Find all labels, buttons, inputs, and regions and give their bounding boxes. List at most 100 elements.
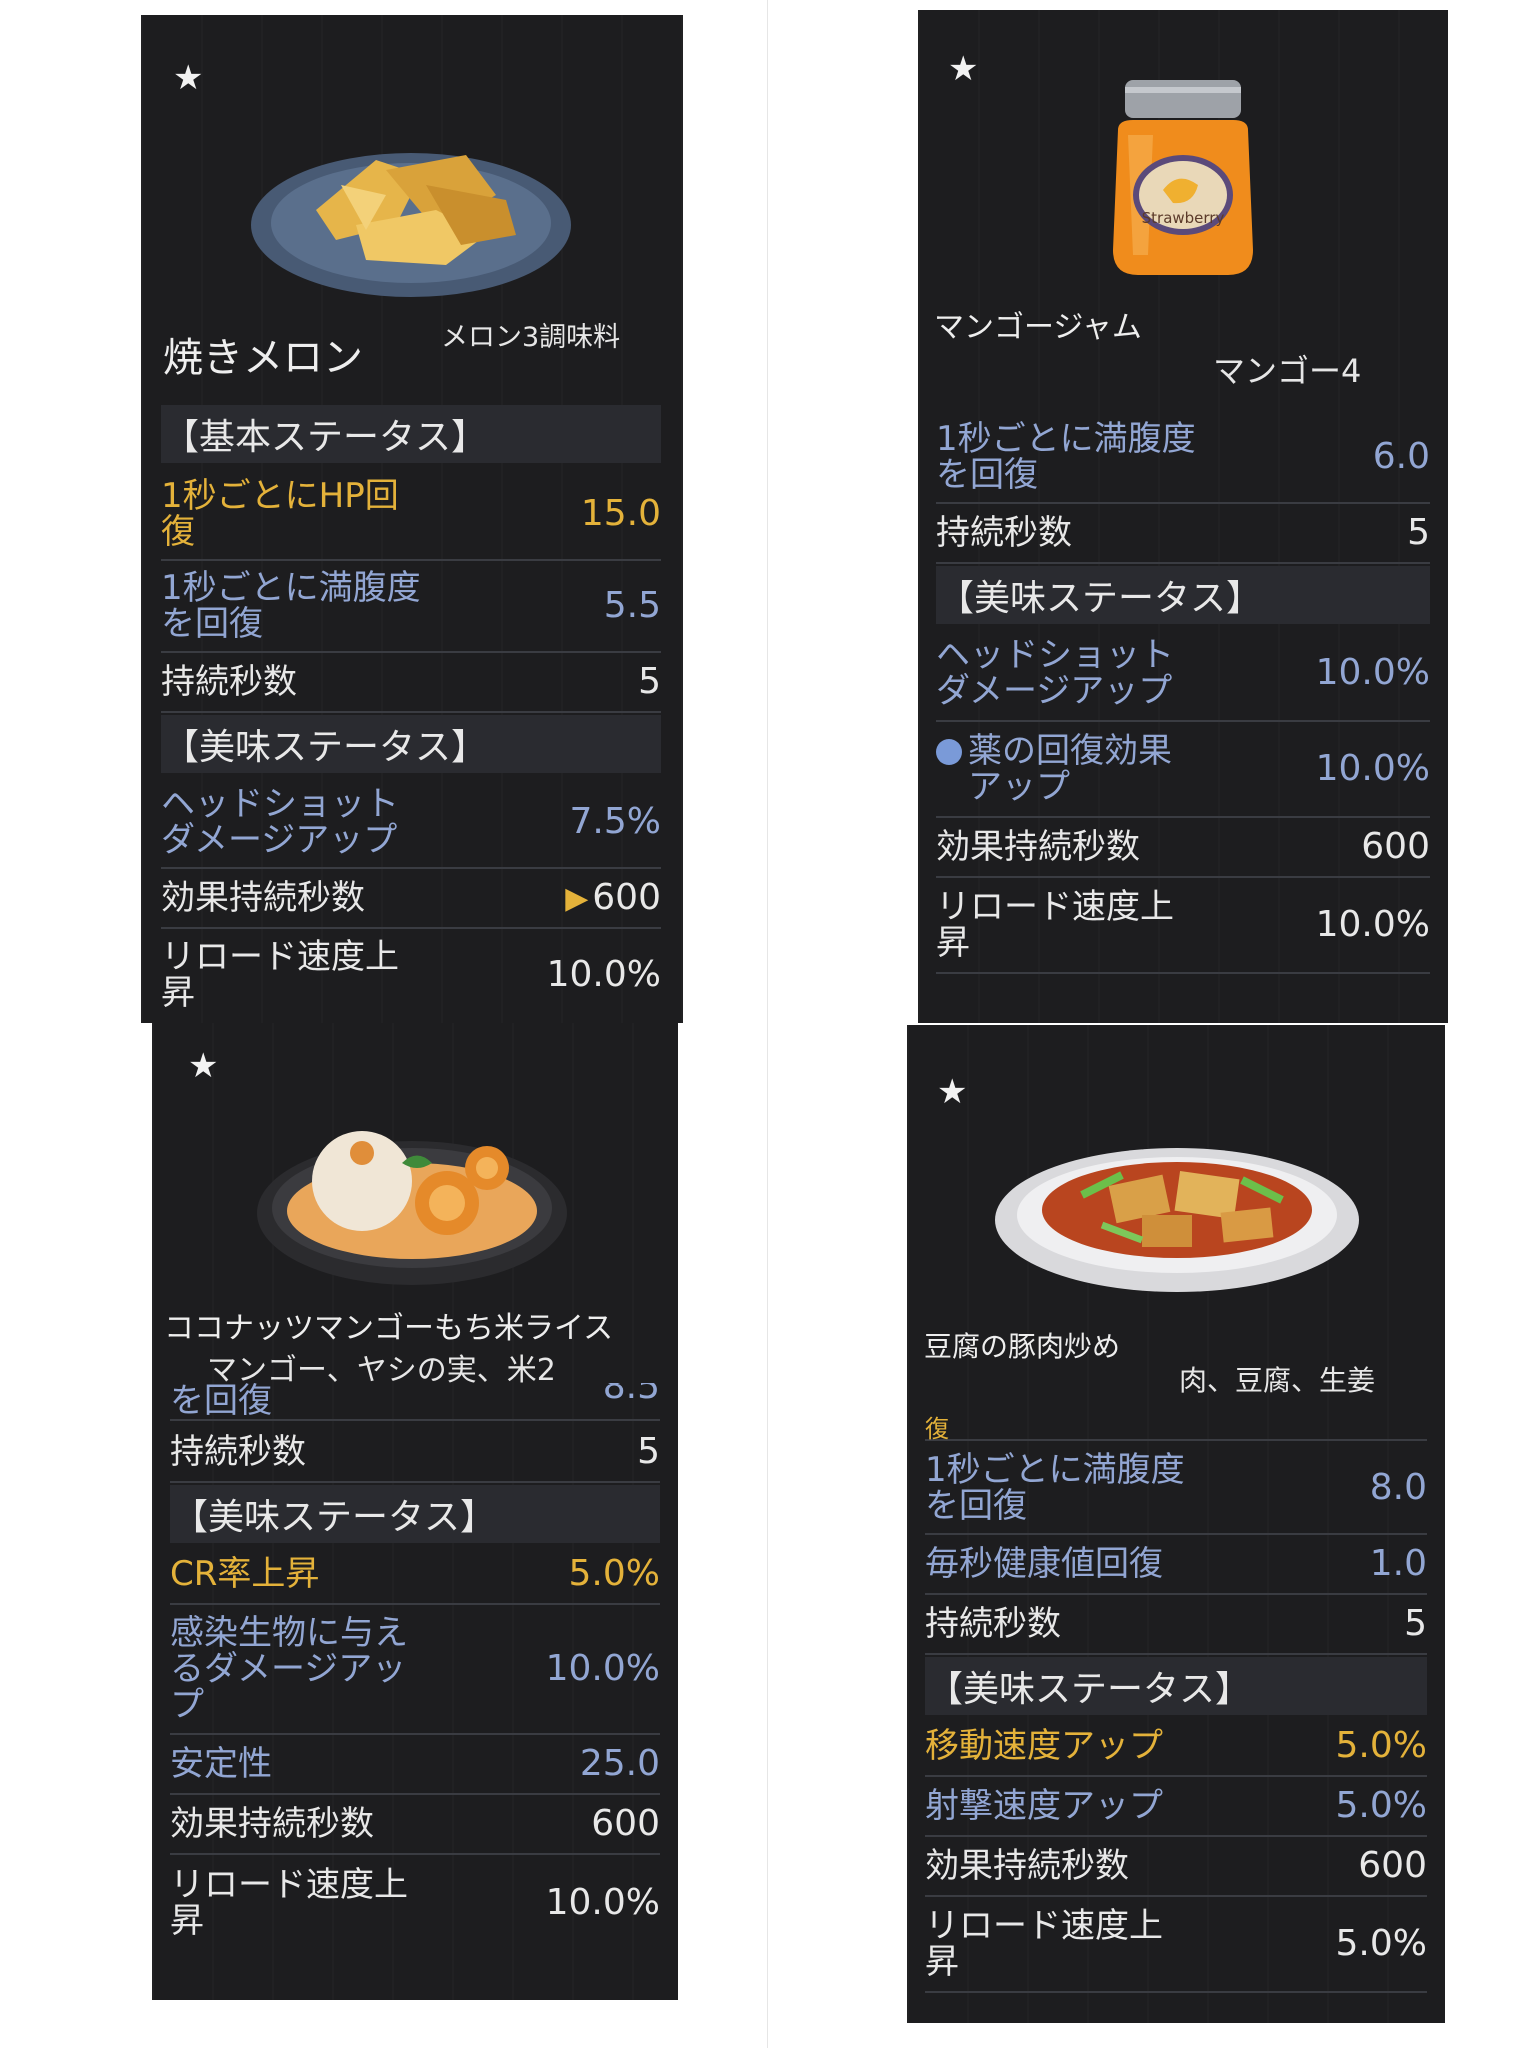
stat-row: 持続秒数 5 (170, 1423, 660, 1483)
stat-label: リロード速度上 昇 (161, 937, 399, 1013)
tasty-status-header: 【美味ステータス】 (161, 715, 661, 773)
star-icon: ★ (188, 1046, 219, 1086)
stat-label: 1秒ごとに満腹度 を回復 (925, 1450, 1185, 1526)
stat-label: ヘッドショット ダメージアップ (936, 635, 1174, 711)
medicine-icon (936, 739, 962, 765)
stats-table: 復 1秒ごとに満腹度 を回復 8.0 毎秒健康値回復 1.0 持続秒数 5 【美… (925, 1409, 1427, 2009)
stat-value: 10.0% (546, 954, 661, 995)
stat-row: 1秒ごとに満腹度 を回復 6.0 (936, 412, 1430, 504)
stat-value: 10.0% (1315, 748, 1430, 789)
dish-name: 豆腐の豚肉炒め (924, 1330, 1121, 1363)
stat-value: 600 (591, 1803, 660, 1844)
stat-row: 効果持続秒数 600 (925, 1837, 1427, 1897)
stat-label: 持続秒数 (925, 1604, 1061, 1644)
tasty-status-header: 【美味ステータス】 (925, 1657, 1427, 1715)
stat-value: 8.0 (1369, 1467, 1427, 1508)
stat-value: 8.5 (602, 1383, 660, 1407)
stat-row: 効果持続秒数 600 (936, 818, 1430, 878)
stat-value: 5.0% (1335, 1785, 1427, 1826)
star-icon: ★ (173, 58, 204, 98)
stat-label: 持続秒数 (936, 513, 1072, 553)
stat-row: 射撃速度アップ 5.0% (925, 1777, 1427, 1837)
dish-ingredients: マンゴー4 (1213, 352, 1362, 390)
food-card-mango-jam: ★ Strawberry マンゴージャム マンゴー4 1秒ごとに満腹度 を回復 … (918, 10, 1448, 1023)
dish-name: 焼きメロン (163, 335, 363, 381)
stat-label: 移動速度アップ (925, 1726, 1163, 1766)
stat-value: 600 (1361, 826, 1430, 867)
stat-row: 1秒ごとにHP回 復 15.0 (161, 469, 661, 561)
stat-label: 復 (925, 1415, 949, 1443)
stats-table: 1秒ごとに満腹度 を回復 6.0 持続秒数 5 【美味ステータス】 ヘッドショッ… (936, 412, 1430, 1012)
stat-label: CR率上昇 (170, 1554, 320, 1594)
stat-label: 安定性 (170, 1744, 272, 1784)
stat-value: 600 (1358, 1845, 1427, 1886)
stat-value: 10.0% (1315, 904, 1430, 945)
stat-row-partial: 復 (925, 1409, 1427, 1443)
stat-row: 薬の回復効果 アップ 10.0% (936, 722, 1430, 818)
stat-value: 10.0% (545, 1648, 660, 1689)
stat-row: リロード速度上 昇 10.0% (936, 878, 1430, 974)
stat-label: 感染生物に与え るダメージアッ プ (170, 1613, 408, 1725)
stat-row: ヘッドショット ダメージアップ 7.5% (161, 777, 661, 869)
grilled-melon-dish-image (251, 153, 571, 297)
stat-row: CR率上昇 5.0% (170, 1545, 660, 1605)
stat-value: 5.0% (1335, 1923, 1427, 1964)
stat-label: 効果持続秒数 (161, 878, 365, 918)
food-card-coconut-mango-rice: ★ ココナッツマンゴーもち米ライス マンゴー、ヤシの実、米2 を回復 8.5 持… (152, 1023, 678, 2000)
stat-value: 6.0 (1372, 436, 1430, 477)
stat-row: 持続秒数 5 (936, 504, 1430, 564)
food-card-grilled-melon: ★ 焼きメロン メロン3調味料 【基本ステータス】 1秒ごとにHP回 復 15.… (141, 15, 683, 1023)
stat-label: ヘッドショット ダメージアップ (161, 784, 399, 860)
stat-label: リロード速度上 昇 (170, 1865, 408, 1941)
stat-value: 600 (592, 877, 661, 918)
stat-label: 効果持続秒数 (936, 827, 1140, 867)
mango-jam-jar-image: Strawberry (1113, 80, 1253, 275)
stat-row: 移動速度アップ 5.0% (925, 1717, 1427, 1777)
stat-row: 持続秒数 5 (925, 1595, 1427, 1655)
stat-label: 効果持続秒数 (170, 1804, 374, 1844)
stat-row: 感染生物に与え るダメージアッ プ 10.0% (170, 1605, 660, 1735)
stat-label: 1秒ごとに満腹度 を回復 (936, 419, 1196, 495)
stat-value: 7.5% (569, 801, 661, 842)
stats-table: 【基本ステータス】 1秒ごとにHP回 復 15.0 1秒ごとに満腹度 を回復 5… (161, 405, 661, 1023)
stat-label: 毎秒健康値回復 (925, 1544, 1163, 1584)
stat-value: 5 (1407, 512, 1430, 553)
stat-label: リロード速度上 昇 (936, 887, 1174, 963)
dish-name: ココナッツマンゴーもち米ライス (164, 1311, 614, 1346)
stat-value: 5 (637, 1431, 660, 1472)
stats-table: を回復 8.5 持続秒数 5 【美味ステータス】 CR率上昇 5.0% 感染生物… (170, 1383, 660, 1983)
tasty-status-header: 【美味ステータス】 (170, 1485, 660, 1543)
stat-value: 1.0 (1369, 1543, 1427, 1584)
stat-value: 10.0% (1315, 652, 1430, 693)
stat-row: リロード速度上 昇 5.0% (925, 1897, 1427, 1993)
stat-row: リロード速度上 昇 10.0% (161, 929, 661, 1021)
coconut-mango-rice-image (257, 1131, 567, 1285)
dish-ingredients: 肉、豆腐、生姜 (1179, 1364, 1376, 1397)
stat-row: 持続秒数 5 (161, 653, 661, 713)
stat-label: リロード速度上 昇 (925, 1906, 1163, 1982)
stat-row: 1秒ごとに満腹度 を回復 5.5 (161, 561, 661, 653)
stat-label: 1秒ごとにHP回 復 (161, 476, 399, 552)
tasty-status-header: 【美味ステータス】 (936, 566, 1430, 624)
stat-row: 1秒ごとに満腹度 を回復 8.0 (925, 1443, 1427, 1535)
tofu-pork-dish-image (995, 1148, 1359, 1292)
stat-value: 5.0% (568, 1553, 660, 1594)
dish-ingredients: メロン3調味料 (441, 322, 621, 353)
stat-value: 15.0 (580, 493, 661, 534)
stat-label: を回復 (170, 1383, 272, 1421)
play-icon[interactable]: ▶ (565, 881, 588, 916)
dish-name: マンゴージャム (934, 310, 1142, 345)
star-icon: ★ (937, 1072, 968, 1112)
stat-value: 5.5 (603, 585, 661, 626)
stat-label: 薬の回復効果 アップ (968, 731, 1172, 807)
stat-label: 持続秒数 (170, 1432, 306, 1472)
stat-label: 射撃速度アップ (925, 1786, 1163, 1826)
stat-row: 効果持続秒数 600 (170, 1795, 660, 1855)
stat-label: 1秒ごとに満腹度 を回復 (161, 568, 421, 644)
stat-value: 5 (1404, 1603, 1427, 1644)
stat-row: 効果持続秒数 ▶ 600 (161, 869, 661, 929)
stat-row: 毎秒健康値回復 1.0 (925, 1535, 1427, 1595)
star-icon: ★ (948, 49, 979, 89)
basic-status-header: 【基本ステータス】 (161, 405, 661, 463)
stat-value: 5 (638, 661, 661, 702)
